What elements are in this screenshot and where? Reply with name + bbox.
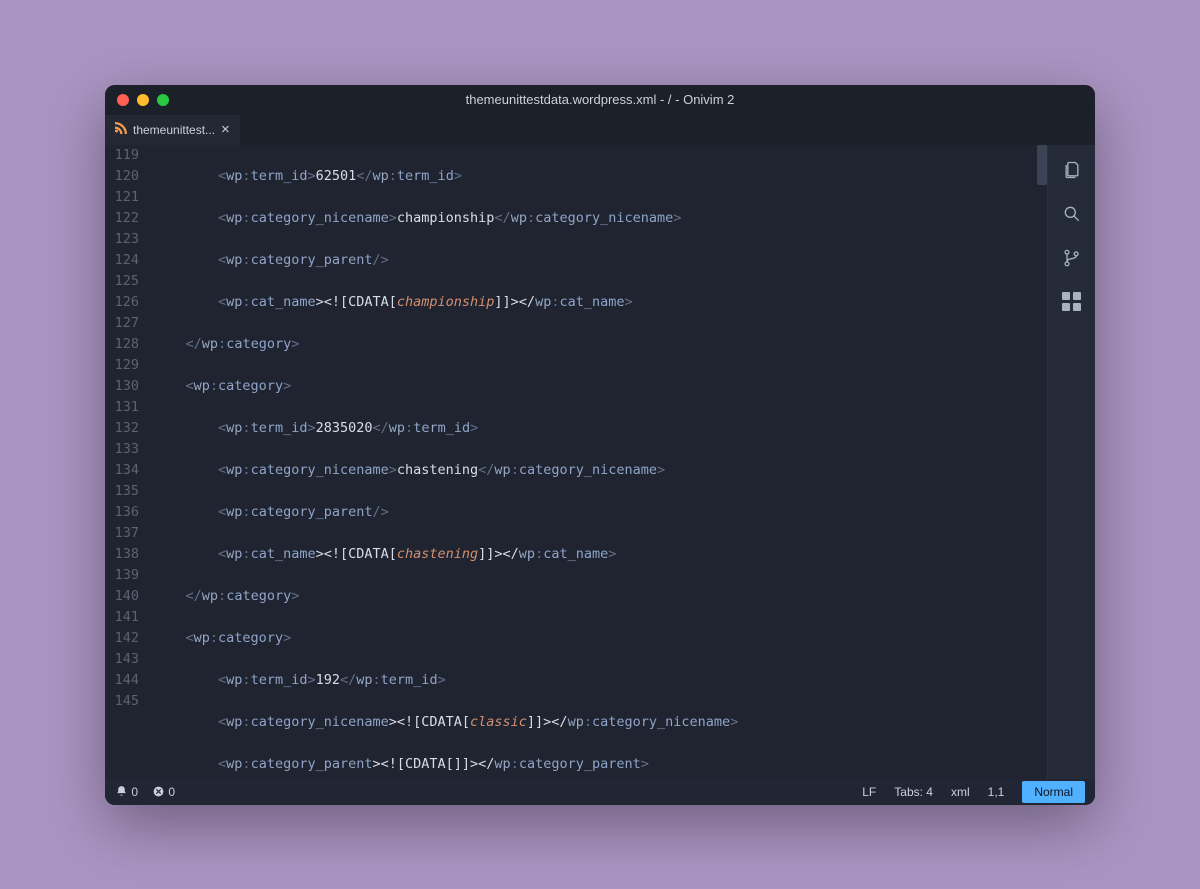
close-tab-icon[interactable]: × — [221, 121, 230, 138]
window-controls — [117, 94, 169, 106]
status-tabs[interactable]: Tabs: 4 — [894, 785, 933, 799]
status-mode[interactable]: Normal — [1022, 781, 1085, 803]
maximize-window-button[interactable] — [157, 94, 169, 106]
scroll-thumb[interactable] — [1037, 145, 1047, 185]
window-title: themeunittestdata.wordpress.xml - / - On… — [105, 92, 1095, 107]
status-position[interactable]: 1,1 — [988, 785, 1005, 799]
code-area[interactable]: <wp:term_id>62501</wp:term_id> <wp:categ… — [149, 145, 1047, 779]
status-bar: 0 0 LF Tabs: 4 xml 1,1 Normal — [105, 779, 1095, 805]
scrollbar[interactable] — [1037, 145, 1047, 779]
close-window-button[interactable] — [117, 94, 129, 106]
notifications-button[interactable]: 0 — [115, 785, 138, 799]
errors-button[interactable]: 0 — [152, 785, 175, 799]
tab-file[interactable]: themeunittest... × — [105, 115, 240, 145]
line-gutter: 1191201211221231241251261271281291301311… — [105, 145, 149, 779]
extensions-icon[interactable] — [1061, 291, 1083, 313]
editor[interactable]: 1191201211221231241251261271281291301311… — [105, 145, 1047, 779]
tab-bar: themeunittest... × — [105, 115, 1095, 145]
rss-icon — [115, 122, 127, 137]
activity-bar — [1047, 145, 1095, 779]
files-icon[interactable] — [1061, 159, 1083, 181]
status-language[interactable]: xml — [951, 785, 970, 799]
app-window: themeunittestdata.wordpress.xml - / - On… — [105, 85, 1095, 805]
search-icon[interactable] — [1061, 203, 1083, 225]
titlebar[interactable]: themeunittestdata.wordpress.xml - / - On… — [105, 85, 1095, 115]
tab-label: themeunittest... — [133, 123, 215, 137]
minimize-window-button[interactable] — [137, 94, 149, 106]
git-branch-icon[interactable] — [1061, 247, 1083, 269]
status-eol[interactable]: LF — [862, 785, 876, 799]
